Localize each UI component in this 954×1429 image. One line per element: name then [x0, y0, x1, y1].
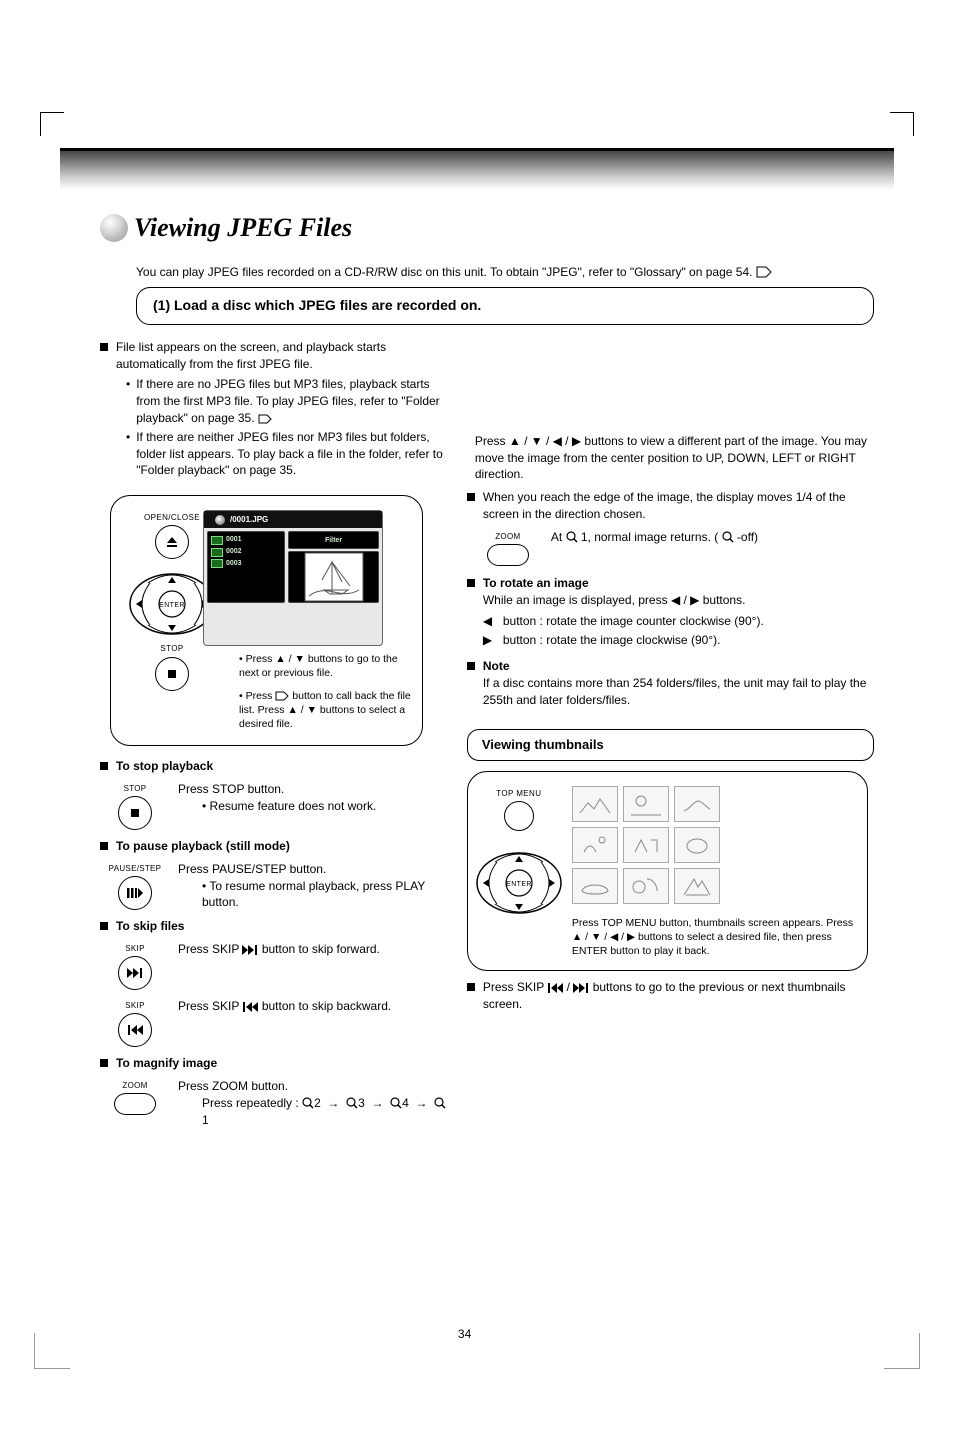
magnify-icon: [302, 1097, 314, 1109]
block-pause: To pause playback (still mode): [100, 838, 447, 855]
thumbnails-panel: TOP MENU ENTER: [467, 771, 868, 972]
step-1-callout: (1) Load a disc which JPEG files are rec…: [136, 287, 874, 325]
stop-button-2[interactable]: [118, 796, 152, 830]
thumbnail: [623, 827, 669, 863]
file-row: 0002: [210, 546, 282, 558]
block-rotate: To rotate an image While an image is dis…: [467, 575, 874, 652]
skip-fwd-label: SKIP: [100, 943, 170, 954]
thumb-caption: Press TOP MENU button, thumbnails screen…: [572, 916, 857, 959]
file-list-screen: /0001.JPG 0001 0002 0003 Filter: [203, 510, 383, 646]
eject-icon: [165, 535, 179, 549]
magnify-icon: [566, 531, 578, 543]
thumbnail: [623, 786, 669, 822]
block-note: Note If a disc contains more than 254 fo…: [467, 658, 874, 708]
thumbnail: [674, 827, 720, 863]
zoom-label: ZOOM: [100, 1080, 170, 1091]
dpad-control-2[interactable]: ENTER: [474, 850, 564, 918]
zoom-label-2: ZOOM: [473, 531, 543, 542]
skip-forward-icon: [242, 945, 258, 955]
zoom-sequence: Press repeatedly : 2 → 3 → 4 → 1: [202, 1095, 447, 1129]
tag-icon: [258, 414, 272, 424]
panel-caption-1: • Press ▲ / ▼ buttons to go to the next …: [239, 652, 412, 680]
thumbnail: [572, 786, 618, 822]
skip-backward-icon: [127, 1025, 143, 1035]
stop-button[interactable]: [155, 657, 189, 691]
stop-label-2: STOP: [100, 783, 170, 794]
block-zoom-return: When you reach the edge of the image, th…: [467, 489, 874, 523]
block-zoom: To magnify image: [100, 1055, 447, 1072]
page-title-row: Viewing JPEG Files: [100, 210, 874, 246]
svg-text:ENTER: ENTER: [506, 881, 532, 888]
thumbnail: [623, 868, 669, 904]
block-scroll-image: Press ▲ / ▼ / ◀ / ▶ buttons to view a di…: [459, 433, 874, 483]
tag-icon: [275, 691, 289, 701]
open-close-button[interactable]: [155, 525, 189, 559]
block-thumb-skip: Press SKIP / buttons to go to the previo…: [467, 979, 874, 1013]
skip-forward-icon: [127, 968, 143, 978]
zoom-button[interactable]: [114, 1093, 156, 1115]
stop-icon: [167, 669, 177, 679]
thumbnail: [674, 786, 720, 822]
thumbnail: [674, 868, 720, 904]
pause-step-button[interactable]: [118, 876, 152, 910]
magnify-icon: [390, 1097, 402, 1109]
jpeg-tag-icon: [756, 266, 772, 278]
magnify-icon: [434, 1097, 446, 1109]
thumbnails-subhead: Viewing thumbnails: [467, 729, 874, 761]
stop-icon: [130, 808, 140, 818]
file-row: 0001: [210, 534, 282, 546]
block-skip: To skip files: [100, 918, 447, 935]
thumbnail-grid: [572, 786, 857, 904]
skip-backward-button[interactable]: [118, 1013, 152, 1047]
block-stop: To stop playback: [100, 758, 447, 775]
filter-box: Filter: [288, 531, 379, 549]
left-block-1: File list appears on the screen, and pla…: [100, 339, 447, 483]
skip-forward-button[interactable]: [118, 956, 152, 990]
skip-backward-icon: [242, 1002, 258, 1012]
zoom-button-2[interactable]: [487, 544, 529, 566]
magnify-icon: [346, 1097, 358, 1109]
pause-step-icon: [126, 887, 144, 899]
skip-back-label: SKIP: [100, 1000, 170, 1011]
intro-text: You can play JPEG files recorded on a CD…: [136, 264, 874, 281]
top-menu-button[interactable]: [504, 801, 534, 831]
thumbnail: [572, 868, 618, 904]
skip-forward-icon: [573, 983, 589, 993]
panel-caption-2: • Press button to call back the file lis…: [239, 689, 412, 732]
magnify-icon: [722, 531, 734, 543]
pause-step-label: PAUSE/STEP: [100, 863, 170, 874]
remote-and-screen-panel: OPEN/CLOSE ENTER: [110, 495, 423, 746]
file-row: 0003: [210, 558, 282, 570]
disc-icon: [215, 515, 225, 525]
skip-backward-icon: [547, 983, 563, 993]
page-number: 34: [458, 1326, 471, 1343]
svg-text:ENTER: ENTER: [159, 602, 185, 609]
preview-image: [288, 551, 379, 603]
title-ornament-icon: [100, 214, 128, 242]
thumbnail: [572, 827, 618, 863]
top-menu-label: TOP MENU: [474, 788, 564, 799]
header-banner: [60, 148, 894, 190]
file-list: 0001 0002 0003: [207, 531, 285, 603]
page-title: Viewing JPEG Files: [134, 210, 352, 246]
screen-path: /0001.JPG: [230, 514, 268, 525]
